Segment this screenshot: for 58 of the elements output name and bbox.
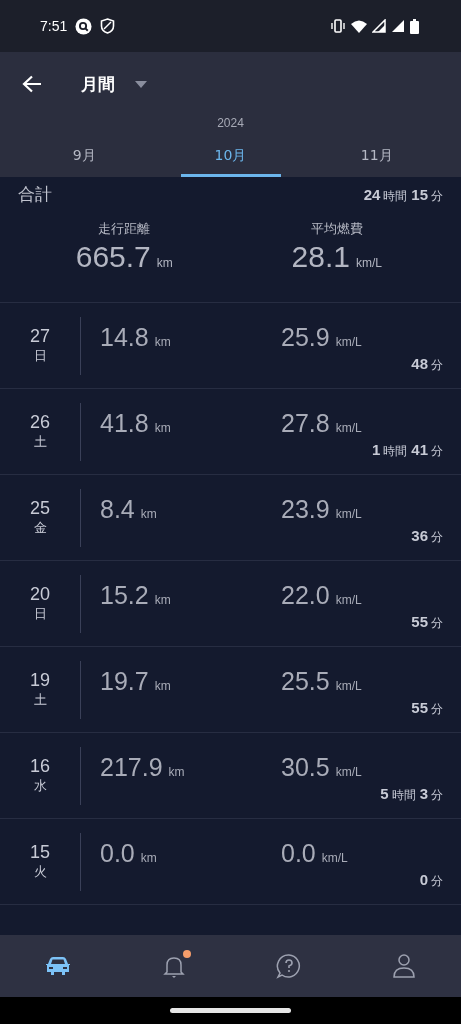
month-tab[interactable]: 11月 [292, 138, 461, 177]
drive-time: 5 時間 3 分 [380, 784, 443, 804]
day-number: 19 [30, 670, 50, 691]
wifi-icon [351, 19, 367, 33]
distance-value: 0.0 km [100, 839, 158, 868]
day-number: 25 [30, 498, 50, 519]
vibrate-icon [330, 19, 346, 33]
weekday-label: 金 [33, 519, 47, 537]
period-title[interactable]: 月間 [81, 72, 115, 96]
day-number: 26 [30, 412, 50, 433]
fuel-value: 23.9 km/L [281, 495, 362, 524]
profile-icon[interactable] [392, 953, 417, 979]
drive-time: 55 分 [411, 612, 443, 632]
distance-value: 41.8 km [100, 409, 172, 438]
day-number: 15 [30, 842, 50, 863]
fuel-value: 22.0 km/L [281, 581, 362, 610]
weekday-label: 火 [33, 863, 47, 881]
day-number: 20 [30, 584, 50, 605]
shield-icon [100, 18, 116, 34]
day-number: 16 [30, 756, 50, 777]
weekday-label: 土 [33, 691, 47, 709]
day-number: 27 [30, 326, 50, 347]
distance-value: 19.7 km [100, 667, 172, 696]
distance-value: 8.4 km [100, 495, 158, 524]
distance-value: 14.8 km [100, 323, 172, 352]
dropdown-caret-icon[interactable] [135, 80, 147, 88]
total-label: 合計 [18, 183, 52, 206]
weekday-label: 日 [33, 347, 47, 365]
battery-icon [410, 18, 419, 34]
signal-icon [391, 19, 405, 33]
fuel-value: 30.5 km/L [281, 753, 362, 782]
signal-icon [372, 19, 386, 33]
fuel-value: 0.0 km/L [281, 839, 348, 868]
stat-value: 28.1 km/L [291, 240, 382, 274]
drive-time: 1 時間 41 分 [371, 440, 443, 460]
search-icon [75, 17, 93, 35]
stat-label: 平均燃費 [310, 220, 363, 238]
fuel-value: 27.8 km/L [281, 409, 362, 438]
drive-time: 36 分 [411, 526, 443, 546]
drive-time: 55 分 [411, 698, 443, 718]
total-time: 24 時間 15 分 [363, 184, 443, 205]
distance-value: 15.2 km [100, 581, 172, 610]
weekday-label: 日 [33, 605, 47, 623]
weekday-label: 土 [33, 433, 47, 451]
car-icon[interactable] [44, 956, 71, 976]
year-label: 2024 [216, 116, 245, 132]
weekday-label: 水 [33, 777, 47, 795]
fuel-value: 25.5 km/L [281, 667, 362, 696]
drive-time: 48 分 [411, 354, 443, 374]
distance-value: 217.9 km [100, 753, 186, 782]
help-icon[interactable] [276, 953, 303, 979]
clock: 7:51 [40, 18, 68, 34]
stat-value: 665.7 km [75, 240, 173, 274]
drive-time: 0 分 [419, 870, 443, 890]
back-arrow-icon[interactable] [22, 75, 42, 93]
stat-label: 走行距離 [98, 220, 151, 238]
fuel-value: 25.9 km/L [281, 323, 362, 352]
month-tab[interactable]: 9月 [0, 138, 169, 177]
